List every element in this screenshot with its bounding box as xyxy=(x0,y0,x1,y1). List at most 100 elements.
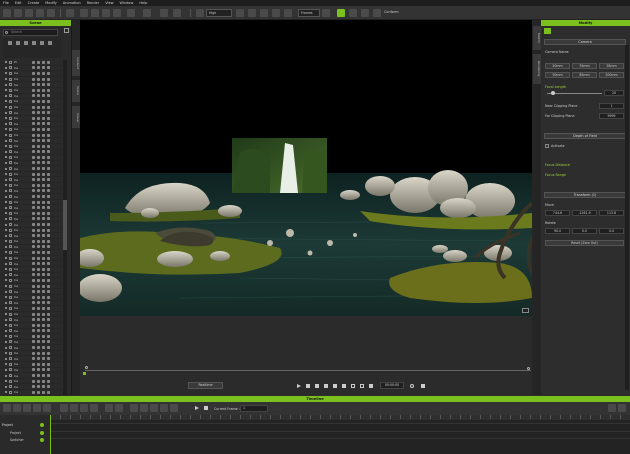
filter-icon[interactable] xyxy=(24,41,28,45)
visibility-checkbox[interactable] xyxy=(9,323,12,327)
track-switcher[interactable]: Switcher xyxy=(10,438,24,443)
expand-icon[interactable] xyxy=(5,139,7,142)
render-toggle-icon[interactable] xyxy=(42,127,45,131)
freeze-icon[interactable] xyxy=(32,223,35,227)
lock-icon[interactable] xyxy=(37,223,40,227)
timeline-tool-icon[interactable] xyxy=(130,404,138,412)
visibility-checkbox[interactable] xyxy=(9,189,12,193)
expand-icon[interactable] xyxy=(5,229,7,232)
gizmo-icon[interactable] xyxy=(173,9,181,17)
lock-icon[interactable] xyxy=(37,161,40,165)
render-toggle-icon[interactable] xyxy=(42,77,45,81)
freeze-icon[interactable] xyxy=(32,228,35,232)
expand-icon[interactable] xyxy=(5,117,7,120)
render-toggle-icon[interactable] xyxy=(42,385,45,389)
align-icon[interactable] xyxy=(160,9,168,17)
timeline-ruler[interactable] xyxy=(50,415,630,420)
visibility-checkbox[interactable] xyxy=(9,368,12,372)
freeze-icon[interactable] xyxy=(32,318,35,322)
rotate-z-field[interactable]: 0.0 xyxy=(599,228,624,234)
expand-icon[interactable] xyxy=(5,301,7,304)
freeze-icon[interactable] xyxy=(32,83,35,87)
camera-toggle-icon[interactable] xyxy=(47,284,50,288)
camera-toggle-icon[interactable] xyxy=(47,94,50,98)
lock-icon[interactable] xyxy=(37,329,40,333)
far-clip-field[interactable]: 9999 xyxy=(599,113,624,119)
lock-icon[interactable] xyxy=(37,234,40,238)
expand-icon[interactable] xyxy=(5,279,7,282)
render-toggle-icon[interactable] xyxy=(42,183,45,187)
lock-icon[interactable] xyxy=(37,167,40,171)
expand-icon[interactable] xyxy=(5,134,7,137)
expand-icon[interactable] xyxy=(5,72,7,75)
render-toggle-icon[interactable] xyxy=(42,71,45,75)
freeze-icon[interactable] xyxy=(32,217,35,221)
character-icon[interactable] xyxy=(337,9,345,17)
timeline-tool-icon[interactable] xyxy=(160,404,168,412)
play-icon[interactable] xyxy=(297,384,301,388)
scene-scrollbar[interactable] xyxy=(63,60,67,395)
render-toggle-icon[interactable] xyxy=(42,206,45,210)
expand-icon[interactable] xyxy=(5,173,7,176)
render-toggle-icon[interactable] xyxy=(42,284,45,288)
visibility-checkbox[interactable] xyxy=(9,144,12,148)
move-y-field[interactable]: -1261.9 xyxy=(572,210,597,216)
visibility-checkbox[interactable] xyxy=(9,357,12,361)
wireframe-icon[interactable] xyxy=(272,9,280,17)
visibility-checkbox[interactable] xyxy=(9,88,12,92)
lock-icon[interactable] xyxy=(37,284,40,288)
lock-icon[interactable] xyxy=(37,211,40,215)
filter-icon[interactable] xyxy=(40,41,44,45)
frame-object-icon[interactable] xyxy=(284,9,292,17)
camera-toggle-icon[interactable] xyxy=(47,223,50,227)
visibility-checkbox[interactable] xyxy=(9,150,12,154)
expand-icon[interactable] xyxy=(5,94,7,97)
expand-icon[interactable] xyxy=(5,251,7,254)
render-toggle-icon[interactable] xyxy=(42,267,45,271)
lock-icon[interactable] xyxy=(37,66,40,70)
visibility-checkbox[interactable] xyxy=(9,362,12,366)
render-toggle-icon[interactable] xyxy=(42,334,45,338)
export-icon[interactable] xyxy=(47,9,55,17)
panel-options-icon[interactable] xyxy=(64,28,69,33)
lock-icon[interactable] xyxy=(37,273,40,277)
timeline-tool-icon[interactable] xyxy=(60,404,68,412)
lock-icon[interactable] xyxy=(37,385,40,389)
display-mode-icon[interactable] xyxy=(196,9,204,17)
render-toggle-icon[interactable] xyxy=(42,301,45,305)
expand-icon[interactable] xyxy=(5,66,7,69)
render-toggle-icon[interactable] xyxy=(42,357,45,361)
render-toggle-icon[interactable] xyxy=(42,329,45,333)
freeze-icon[interactable] xyxy=(32,295,35,299)
expand-icon[interactable] xyxy=(5,206,7,209)
camera-toggle-icon[interactable] xyxy=(47,234,50,238)
freeze-icon[interactable] xyxy=(32,245,35,249)
timeline-tool-icon[interactable] xyxy=(80,404,88,412)
render-toggle-icon[interactable] xyxy=(42,234,45,238)
expand-icon[interactable] xyxy=(5,318,7,321)
render-toggle-icon[interactable] xyxy=(42,139,45,143)
visibility-checkbox[interactable] xyxy=(9,329,12,333)
freeze-icon[interactable] xyxy=(32,346,35,350)
visibility-checkbox[interactable] xyxy=(9,178,12,182)
camera-toggle-icon[interactable] xyxy=(47,200,50,204)
camera-toggle-icon[interactable] xyxy=(47,71,50,75)
visibility-checkbox[interactable] xyxy=(9,167,12,171)
freeze-icon[interactable] xyxy=(32,144,35,148)
expand-icon[interactable] xyxy=(5,111,7,114)
timeline-tool-icon[interactable] xyxy=(70,404,78,412)
lock-icon[interactable] xyxy=(37,357,40,361)
timeline-playhead[interactable] xyxy=(50,415,51,454)
camera-toggle-icon[interactable] xyxy=(47,183,50,187)
track-project[interactable]: Project xyxy=(10,431,21,436)
menu-help[interactable]: Help xyxy=(139,1,147,5)
render-toggle-icon[interactable] xyxy=(42,323,45,327)
lock-icon[interactable] xyxy=(37,290,40,294)
expand-icon[interactable] xyxy=(5,262,7,265)
expand-icon[interactable] xyxy=(5,245,7,248)
freeze-icon[interactable] xyxy=(32,340,35,344)
expand-icon[interactable] xyxy=(5,184,7,187)
lock-icon[interactable] xyxy=(37,122,40,126)
expand-icon[interactable] xyxy=(5,340,7,343)
freeze-icon[interactable] xyxy=(32,290,35,294)
